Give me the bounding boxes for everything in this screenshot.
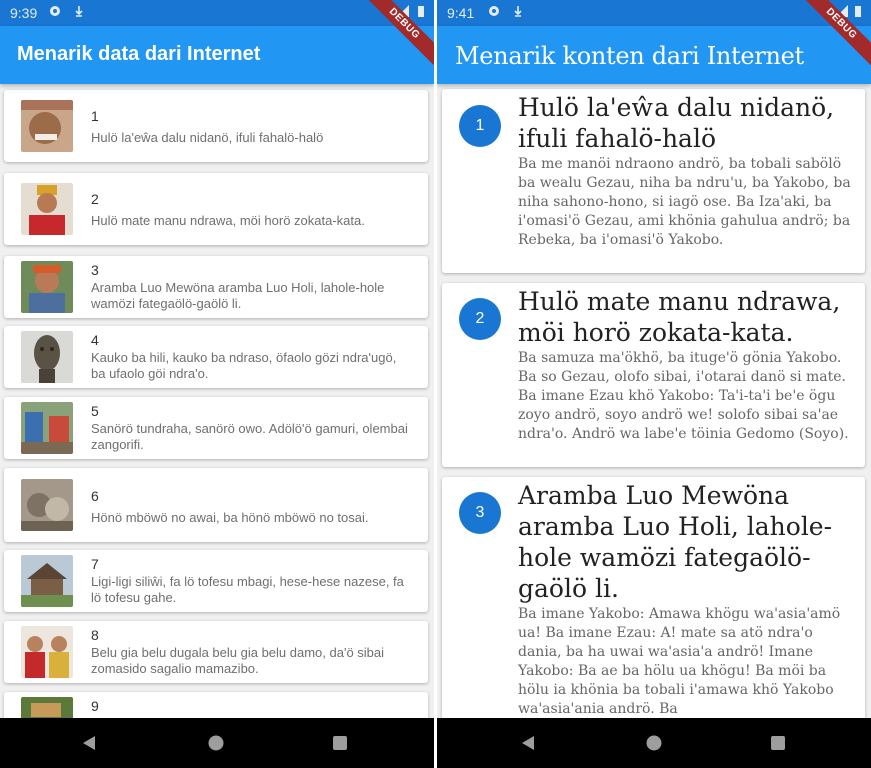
download-icon bbox=[514, 6, 522, 17]
item-number: 1 bbox=[91, 108, 99, 124]
phone-right: 9:41 DEBUG Menarik konten dari Internet … bbox=[437, 0, 871, 768]
thumbnail-image bbox=[21, 402, 73, 454]
app-bar: Menarik data dari Internet bbox=[0, 26, 434, 84]
battery-icon bbox=[855, 6, 861, 17]
list-item[interactable]: 8 Belu gia belu dugala belu gia belu dam… bbox=[4, 621, 428, 683]
list-item[interactable]: 1 Hulö la'eŵa dalu nidanö, ifuli fahalö-… bbox=[4, 90, 428, 162]
recents-icon[interactable] bbox=[332, 735, 348, 751]
status-bar: 9:41 bbox=[437, 0, 871, 26]
list-item[interactable]: 7 Ligi-ligi siliŵi, fa lö tofesu mbagi, … bbox=[4, 550, 428, 612]
app-bar: Menarik konten dari Internet bbox=[437, 26, 871, 84]
card-title: Hulö mate manu ndrawa, möi horö zokata-k… bbox=[518, 287, 841, 347]
thumbnail-image bbox=[21, 697, 73, 718]
navigation-bar bbox=[0, 718, 434, 768]
content-card[interactable]: 2 Hulö mate manu ndrawa, möi horö zokata… bbox=[442, 283, 865, 467]
item-text: Kauko ba hili, kauko ba ndraso, öfaolo g… bbox=[91, 350, 397, 381]
item-text: Belu gia belu dugala belu gia belu damo,… bbox=[91, 645, 385, 676]
battery-icon bbox=[418, 6, 424, 17]
phone-left: 9:39 DEBUG Menarik data dari Internet 1 … bbox=[0, 0, 434, 768]
item-number: 5 bbox=[91, 403, 99, 419]
list-item[interactable]: 2 Hulö mate manu ndrawa, möi horö zokata… bbox=[4, 173, 428, 245]
home-icon[interactable] bbox=[208, 735, 224, 751]
item-number: 2 bbox=[91, 191, 99, 207]
content-list[interactable]: 1 Hulö la'eŵa dalu nidanö, ifuli fahalö-… bbox=[437, 84, 871, 718]
card-title: Hulö la'eŵa dalu nidanö, ifuli fahalö-ha… bbox=[518, 93, 835, 153]
item-text: Hulö mate manu ndrawa, möi horö zokata-k… bbox=[91, 213, 365, 228]
download-icon bbox=[75, 6, 83, 17]
item-number: 3 bbox=[91, 262, 99, 278]
back-icon[interactable] bbox=[520, 735, 536, 751]
card-body: Ba samuza ma'ökhö, ba ituge'ö gönia Yako… bbox=[518, 350, 849, 442]
thumbnail-image bbox=[21, 100, 73, 152]
number-badge: 3 bbox=[459, 492, 501, 534]
thumbnail-image bbox=[21, 555, 73, 607]
status-bar: 9:39 bbox=[0, 0, 434, 26]
thumbnail-image bbox=[21, 626, 73, 678]
thumbnail-image bbox=[21, 331, 73, 383]
card-body: Ba me manöi ndraono andrö, ba tobali sab… bbox=[518, 156, 851, 248]
item-text: Hulö la'eŵa dalu nidanö, ifuli fahalö-ha… bbox=[91, 130, 324, 145]
status-time: 9:41 bbox=[447, 5, 475, 21]
recents-icon[interactable] bbox=[770, 735, 786, 751]
item-text: Aramba Luo Mewöna aramba Luo Holi, lahol… bbox=[91, 280, 385, 311]
settings-icon bbox=[50, 6, 60, 16]
settings-icon bbox=[489, 6, 499, 16]
item-text: Hönö mböwö no awai, ba hönö mböwö no tos… bbox=[91, 510, 369, 525]
back-icon[interactable] bbox=[81, 735, 97, 751]
item-text: Sanörö tundraha, sanörö owo. Adölö'ö gam… bbox=[91, 421, 408, 452]
thumbnail-image bbox=[21, 261, 73, 313]
app-title: Menarik konten dari Internet bbox=[455, 42, 804, 70]
item-number: 7 bbox=[91, 556, 99, 572]
item-text: Ligi-ligi siliŵi, fa lö tofesu mbagi, he… bbox=[91, 574, 404, 605]
number-badge: 2 bbox=[459, 298, 501, 340]
item-number: 9 bbox=[91, 698, 99, 714]
thumbnail-image bbox=[21, 479, 73, 531]
item-number: 4 bbox=[91, 332, 99, 348]
status-time: 9:39 bbox=[10, 5, 38, 21]
item-list[interactable]: 1 Hulö la'eŵa dalu nidanö, ifuli fahalö-… bbox=[0, 84, 434, 718]
item-number: 8 bbox=[91, 627, 99, 643]
card-body: Ba imane Yakobo: Amawa khögu wa'asia'amö… bbox=[518, 606, 841, 717]
app-title: Menarik data dari Internet bbox=[17, 43, 261, 65]
content-card[interactable]: 1 Hulö la'eŵa dalu nidanö, ifuli fahalö-… bbox=[442, 89, 865, 273]
list-item[interactable]: 6 Hönö mböwö no awai, ba hönö mböwö no t… bbox=[4, 468, 428, 542]
list-item[interactable]: 9 bbox=[4, 692, 428, 718]
list-item[interactable]: 3 Aramba Luo Mewöna aramba Luo Holi, lah… bbox=[4, 256, 428, 318]
item-number: 6 bbox=[91, 488, 99, 504]
list-item[interactable]: 4 Kauko ba hili, kauko ba ndraso, öfaolo… bbox=[4, 326, 428, 388]
number-badge: 1 bbox=[459, 105, 501, 147]
home-icon[interactable] bbox=[646, 735, 662, 751]
list-item[interactable]: 5 Sanörö tundraha, sanörö owo. Adölö'ö g… bbox=[4, 397, 428, 459]
thumbnail-image bbox=[21, 183, 73, 235]
content-card[interactable]: 3 Aramba Luo Mewöna aramba Luo Holi, lah… bbox=[442, 477, 865, 718]
navigation-bar bbox=[437, 718, 871, 768]
card-title: Aramba Luo Mewöna aramba Luo Holi, lahol… bbox=[518, 481, 833, 603]
